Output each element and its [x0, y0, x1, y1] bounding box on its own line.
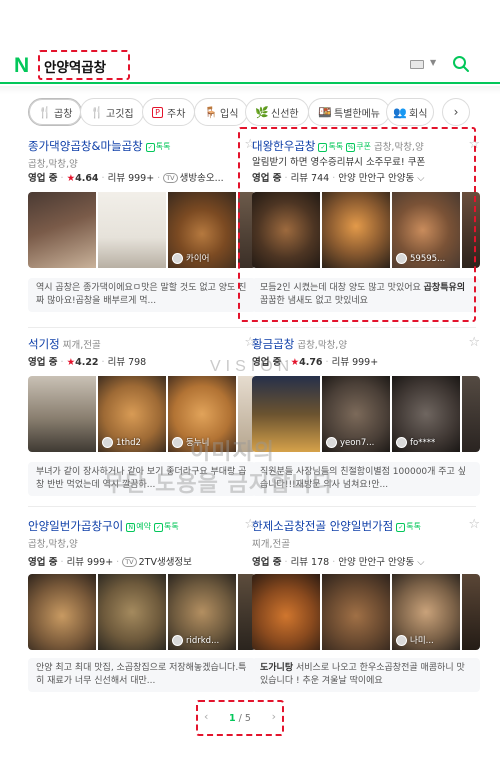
pagination-annotation-box: [196, 700, 284, 736]
place-meta: 영업 중 · 리뷰 999+ · TV 2TV생생정보: [28, 557, 192, 568]
chevron-right-icon: ›: [453, 105, 459, 119]
watermark-logo: VISION: [210, 358, 295, 375]
watermark-text: 이미지의: [190, 440, 275, 465]
photo[interactable]: [322, 574, 390, 650]
place-name[interactable]: 황금곱창: [252, 337, 294, 351]
photo-strip[interactable]: yeon7... fo****: [252, 376, 480, 452]
photo[interactable]: 나미...: [392, 574, 460, 650]
photo[interactable]: fo****: [392, 376, 460, 452]
place-card[interactable]: 안양일번가곱창구이 N 예약 ✓ 톡톡 ☆ 곱창,막창,양 영업 중 · 리뷰 999+ · T…: [28, 518, 256, 694]
fork-knife-icon: 🍴: [38, 105, 52, 119]
photo-strip[interactable]: 나미...: [252, 574, 480, 650]
search-header: N 안양역곱창 ▼: [0, 48, 500, 84]
chip-gogitjip[interactable]: 🍴 고깃집: [80, 98, 144, 126]
review-snippet[interactable]: 안양 최고 최대 맛집, 소곱창집으로 저장해놓겠습니다.특히 재료가 너무 신…: [28, 658, 256, 692]
dish-icon: 🍱: [318, 105, 332, 119]
avatar: [102, 437, 113, 448]
keyboard-icon[interactable]: [410, 60, 424, 69]
place-category: 곱창,막창,양: [28, 159, 78, 170]
leaf-icon: 🌿: [255, 105, 269, 119]
chip-company-dinner[interactable]: 👥 회식: [386, 98, 435, 126]
photo[interactable]: [28, 192, 96, 268]
filter-chips: 🍴 곱창 🍴 고깃집 P 주차 🪑 입식 🌿 신선한 🍱 특별한메뉴 👥 회식 ›: [0, 98, 500, 128]
watermark-text: 무단 도용을 금지합니다: [104, 472, 334, 497]
chip-seating[interactable]: 🪑 입식: [194, 98, 249, 126]
naver-logo[interactable]: N: [14, 54, 29, 78]
place-card[interactable]: 한제소곱창전골 안양일번가점 ✓ 톡톡 ☆ 찌개,전골 영업 중 · 리뷰 178 · 안양…: [252, 518, 480, 694]
divider: [28, 327, 476, 328]
photo[interactable]: [98, 192, 166, 268]
photo[interactable]: [252, 574, 320, 650]
place-name[interactable]: 석기정: [28, 337, 60, 351]
place-category: 찌개,전골: [252, 539, 290, 550]
review-snippet[interactable]: 역시 곱창은 종가댁이에요ㅁ맛은 말할 것도 없고 양도 진짜 많아요!곱창을 …: [28, 278, 256, 312]
header-shadow: [0, 86, 500, 94]
fork-knife-icon: 🍴: [90, 105, 104, 119]
review-snippet[interactable]: 도가니탕 서비스로 나오고 한우소곱창전골 매콤하니 맛있습니다 ! 추운 겨울…: [252, 658, 480, 692]
photo[interactable]: 1thd2: [98, 376, 166, 452]
place-category: 곱창,막창,양: [297, 340, 348, 351]
avatar: [172, 252, 183, 264]
bookmark-icon[interactable]: ☆: [468, 336, 480, 350]
place-category: 찌개,전골: [62, 340, 101, 351]
place-meta: 영업 중 · 리뷰 178 · 안양 만안구 안양동 ⌵: [252, 557, 425, 568]
parking-icon: P: [152, 106, 163, 118]
talk-badge: ✓ 톡톡: [145, 142, 171, 152]
avatar: [396, 437, 407, 448]
search-query[interactable]: 안양역곱창: [44, 56, 106, 76]
photo[interactable]: [462, 574, 480, 650]
place-name[interactable]: 종가댁양곱창&마늘곱창: [28, 139, 143, 153]
photo[interactable]: yeon7...: [322, 376, 390, 452]
photo[interactable]: [28, 574, 96, 650]
place-name[interactable]: 한제소곱창전골 안양일번가점: [252, 519, 393, 533]
chair-icon: 🪑: [204, 105, 218, 119]
talk-badge: ✓ 톡톡: [396, 522, 421, 532]
photo[interactable]: [28, 376, 96, 452]
place-category: 곱창,막창,양: [28, 539, 78, 550]
divider: [28, 506, 476, 507]
chip-fresh[interactable]: 🌿 신선한: [245, 98, 309, 126]
photo[interactable]: [462, 376, 480, 452]
tv-icon: TV: [122, 557, 137, 567]
place-meta: 영업 중 · ★4.64 · 리뷰 999+ · TV 생방송오...: [28, 173, 224, 184]
search-icon[interactable]: [452, 55, 470, 73]
place-name[interactable]: 안양일번가곱창구이: [28, 519, 123, 533]
avatar: [172, 436, 183, 448]
talk-badge: ✓ 톡톡: [153, 522, 179, 532]
chip-gopchang[interactable]: 🍴 곱창: [28, 98, 83, 126]
photo[interactable]: [98, 574, 166, 650]
star-icon: ★: [66, 357, 76, 368]
people-icon: 👥: [393, 105, 407, 119]
chevron-down-icon: ⌵: [414, 557, 425, 568]
avatar: [396, 634, 407, 646]
photo[interactable]: 카이어: [168, 192, 236, 268]
tv-icon: TV: [163, 173, 178, 183]
avatar: [326, 437, 337, 448]
result-annotation-box: [238, 127, 476, 322]
photo-strip[interactable]: 카이어: [28, 192, 256, 268]
bookmark-icon[interactable]: ☆: [468, 518, 480, 532]
reserve-badge: N 예약: [126, 521, 151, 532]
chips-next-button[interactable]: ›: [442, 98, 470, 126]
photo-strip[interactable]: ridrkd...: [28, 574, 256, 650]
place-card[interactable]: 종가댁양곱창&마늘곱창 ✓ 톡톡 ☆ 곱창,막창,양 영업 중 · ★4.64 · 리뷰 9…: [28, 138, 256, 316]
photo[interactable]: ridrkd...: [168, 574, 236, 650]
chip-parking[interactable]: P 주차: [142, 98, 196, 126]
avatar: [172, 635, 183, 646]
chip-special-menu[interactable]: 🍱 특별한메뉴: [308, 98, 390, 126]
caret-down-icon[interactable]: ▼: [430, 58, 436, 67]
star-icon: ★: [66, 173, 76, 184]
